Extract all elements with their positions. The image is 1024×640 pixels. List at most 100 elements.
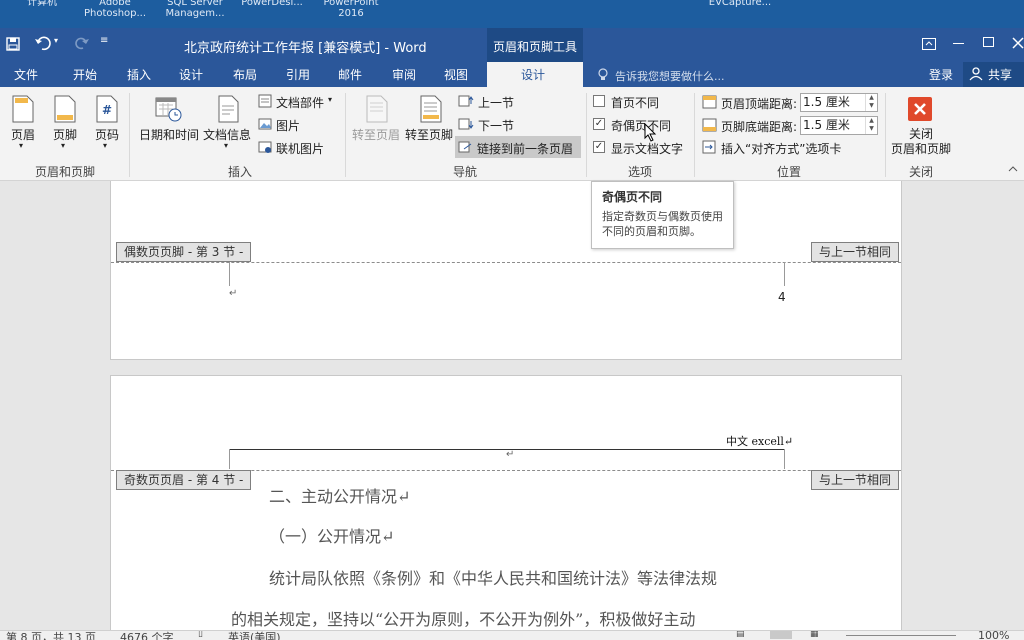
redo-icon[interactable]: [74, 36, 90, 52]
doc-paragraph-line[interactable]: 的相关规定，坚持以“公开为原则，不公开为例外”，积极做好主动: [231, 606, 695, 630]
ribbon: 页眉 ▾ 页脚 ▾ # 页码 ▾ 页眉和页脚 日期和时间 文档信息 ▾ 文档部件…: [0, 87, 1024, 181]
footer-bottom-value: 1.5 厘米: [803, 118, 850, 132]
tab-layout[interactable]: 布局: [233, 66, 257, 83]
group-label-navigation: 导航: [453, 165, 478, 179]
group-label-header-footer: 页眉和页脚: [35, 165, 96, 179]
login-link[interactable]: 登录: [929, 66, 953, 83]
minimize-icon[interactable]: [953, 43, 964, 44]
close-window-icon[interactable]: [1012, 37, 1024, 49]
print-layout-icon[interactable]: [770, 631, 792, 639]
goto-header-button[interactable]: 转至页眉: [350, 93, 402, 149]
read-mode-icon[interactable]: ▤: [736, 631, 745, 639]
header-section-tag: 奇数页页眉 - 第 4 节 -: [116, 470, 252, 490]
footer-bottom-label: 页脚底端距离:: [721, 120, 798, 134]
goto-footer-label: 转至页脚: [405, 128, 454, 142]
customize-qat-icon[interactable]: ≡: [100, 35, 108, 46]
status-page[interactable]: 第 8 页，共 13 页: [6, 631, 96, 640]
desktop-icon-powerdesigner[interactable]: PowerDesi...: [232, 0, 312, 8]
doc-heading-3[interactable]: （一）公开情况↵: [269, 523, 394, 547]
online-picture-button[interactable]: 联机图片: [258, 139, 338, 157]
footer-page-number[interactable]: 4: [778, 290, 786, 304]
desktop-icon-photoshop[interactable]: Adobe Photoshop...: [80, 0, 150, 19]
desktop-icon-sqlserver[interactable]: SQL Server Managem...: [160, 0, 230, 19]
zoom-slider[interactable]: [846, 635, 956, 636]
context-tab-group: 页眉和页脚工具: [487, 28, 583, 62]
svg-text:#: #: [102, 103, 112, 117]
header-top-icon: [702, 95, 717, 109]
diff-odd-even-label: 奇偶页不同: [611, 119, 672, 133]
footer-section-tag: 偶数页页脚 - 第 3 节 -: [116, 242, 252, 262]
margin-mark-left: [229, 449, 230, 469]
doc-parts-dropdown-icon: ▾: [328, 95, 333, 104]
group-label-options: 选项: [628, 165, 653, 179]
header-button[interactable]: 页眉 ▾: [6, 93, 40, 157]
close-header-footer-button[interactable]: 关闭 页眉和页脚: [889, 93, 953, 159]
diff-first-page-checkbox[interactable]: 首页不同: [593, 93, 683, 111]
tab-view[interactable]: 视图: [444, 66, 468, 83]
person-icon: [969, 67, 983, 81]
web-layout-icon[interactable]: ▦: [810, 631, 819, 639]
doc-heading-2[interactable]: 二、主动公开情况↵: [269, 483, 410, 507]
desktop-icon-evcapture[interactable]: EVCapture...: [700, 0, 780, 8]
next-section-button[interactable]: 下一节: [458, 116, 528, 134]
tab-references[interactable]: 引用: [286, 66, 310, 83]
proofing-icon[interactable]: ▯: [198, 631, 203, 639]
insert-align-tab-button[interactable]: 插入“对齐方式”选项卡: [702, 139, 852, 157]
desktop-icon-powerpoint[interactable]: PowerPoint 2016: [318, 0, 384, 19]
link-to-previous-icon: [458, 141, 472, 153]
picture-button[interactable]: 图片: [258, 116, 328, 134]
header-dropdown-icon: ▾: [19, 141, 24, 150]
tab-home[interactable]: 开始: [73, 66, 97, 83]
footer-bottom-distance: 页脚底端距离: 1.5 厘米 ▲ ▼: [702, 116, 882, 136]
tab-insert[interactable]: 插入: [127, 66, 151, 83]
status-zoom[interactable]: 100%: [978, 631, 1009, 640]
undo-dropdown-icon[interactable]: ▾: [54, 36, 58, 45]
maximize-icon[interactable]: [983, 37, 994, 47]
align-tab-icon: [702, 140, 716, 154]
document-area: 偶数页页脚 - 第 3 节 - 与上一节相同 ↵ 4 中文 excell↵ ↵ …: [0, 181, 1024, 630]
footer-para-mark[interactable]: ↵: [229, 288, 237, 299]
page-number-button[interactable]: # 页码 ▾: [90, 93, 124, 157]
undo-icon[interactable]: [34, 36, 52, 52]
tooltip-body: 指定奇数页与偶数页使用不同的页眉和页脚。: [602, 210, 723, 238]
footer-bottom-input[interactable]: 1.5 厘米 ▲ ▼: [800, 116, 878, 135]
doc-parts-button[interactable]: 文档部件 ▾: [258, 93, 342, 111]
doc-info-button[interactable]: 文档信息 ▾: [202, 93, 254, 157]
status-bar: 第 8 页，共 13 页 4676 个字 ▯ 英语(美国) ▤ ▦ 100%: [0, 630, 1024, 640]
group-separator: [345, 93, 346, 177]
header-text[interactable]: 中文 excell↵: [726, 433, 793, 449]
lightbulb-icon: [598, 68, 608, 80]
status-words[interactable]: 4676 个字: [120, 631, 174, 640]
tooltip-title: 奇偶页不同: [602, 190, 663, 204]
prev-section-button[interactable]: 上一节: [458, 93, 528, 111]
link-to-previous-label: 链接到前一条页眉: [477, 142, 574, 156]
tab-review[interactable]: 审阅: [392, 66, 416, 83]
desktop-icon-computer[interactable]: 计算机: [22, 0, 62, 8]
collapse-ribbon-icon[interactable]: [1008, 165, 1018, 173]
diff-odd-even-checkbox[interactable]: ✓ 奇偶页不同: [593, 116, 683, 134]
goto-footer-button[interactable]: 转至页脚: [404, 93, 456, 149]
status-language[interactable]: 英语(美国): [228, 631, 281, 640]
footer-button[interactable]: 页脚 ▾: [48, 93, 82, 157]
ribbon-display-options-icon[interactable]: [922, 38, 936, 50]
tab-design[interactable]: 设计: [179, 66, 203, 83]
header-top-spinner-icon[interactable]: ▲ ▼: [865, 94, 877, 111]
header-top-input[interactable]: 1.5 厘米 ▲ ▼: [800, 93, 878, 112]
tab-file[interactable]: 文件: [14, 66, 38, 83]
footer-bottom-spinner-icon[interactable]: ▲ ▼: [865, 117, 877, 134]
tab-hf-design[interactable]: 设计: [487, 62, 583, 87]
page-even: 偶数页页脚 - 第 3 节 - 与上一节相同 ↵ 4: [110, 181, 902, 360]
tell-me-input[interactable]: 告诉我您想要做什么...: [615, 68, 725, 84]
header-para-mark[interactable]: ↵: [506, 449, 514, 460]
date-time-button[interactable]: 日期和时间: [137, 93, 201, 149]
page-odd: 中文 excell↵ ↵ 奇数页页眉 - 第 4 节 - 与上一节相同 二、主动…: [110, 375, 902, 630]
doc-paragraph-line[interactable]: 统计局队依照《条例》和《中华人民共和国统计法》等法律法规: [269, 565, 717, 589]
prev-section-label: 上一节: [478, 96, 515, 110]
tab-mailings[interactable]: 邮件: [338, 66, 362, 83]
window-title: 北京政府统计工作年报 [兼容模式] - Word: [184, 41, 427, 56]
doc-parts-icon: [258, 94, 272, 108]
show-doc-text-checkbox[interactable]: ✓ 显示文档文字: [593, 139, 688, 157]
share-button[interactable]: 共享: [963, 62, 1024, 87]
save-icon[interactable]: [6, 37, 20, 51]
link-to-previous-button[interactable]: 链接到前一条页眉: [455, 136, 581, 158]
